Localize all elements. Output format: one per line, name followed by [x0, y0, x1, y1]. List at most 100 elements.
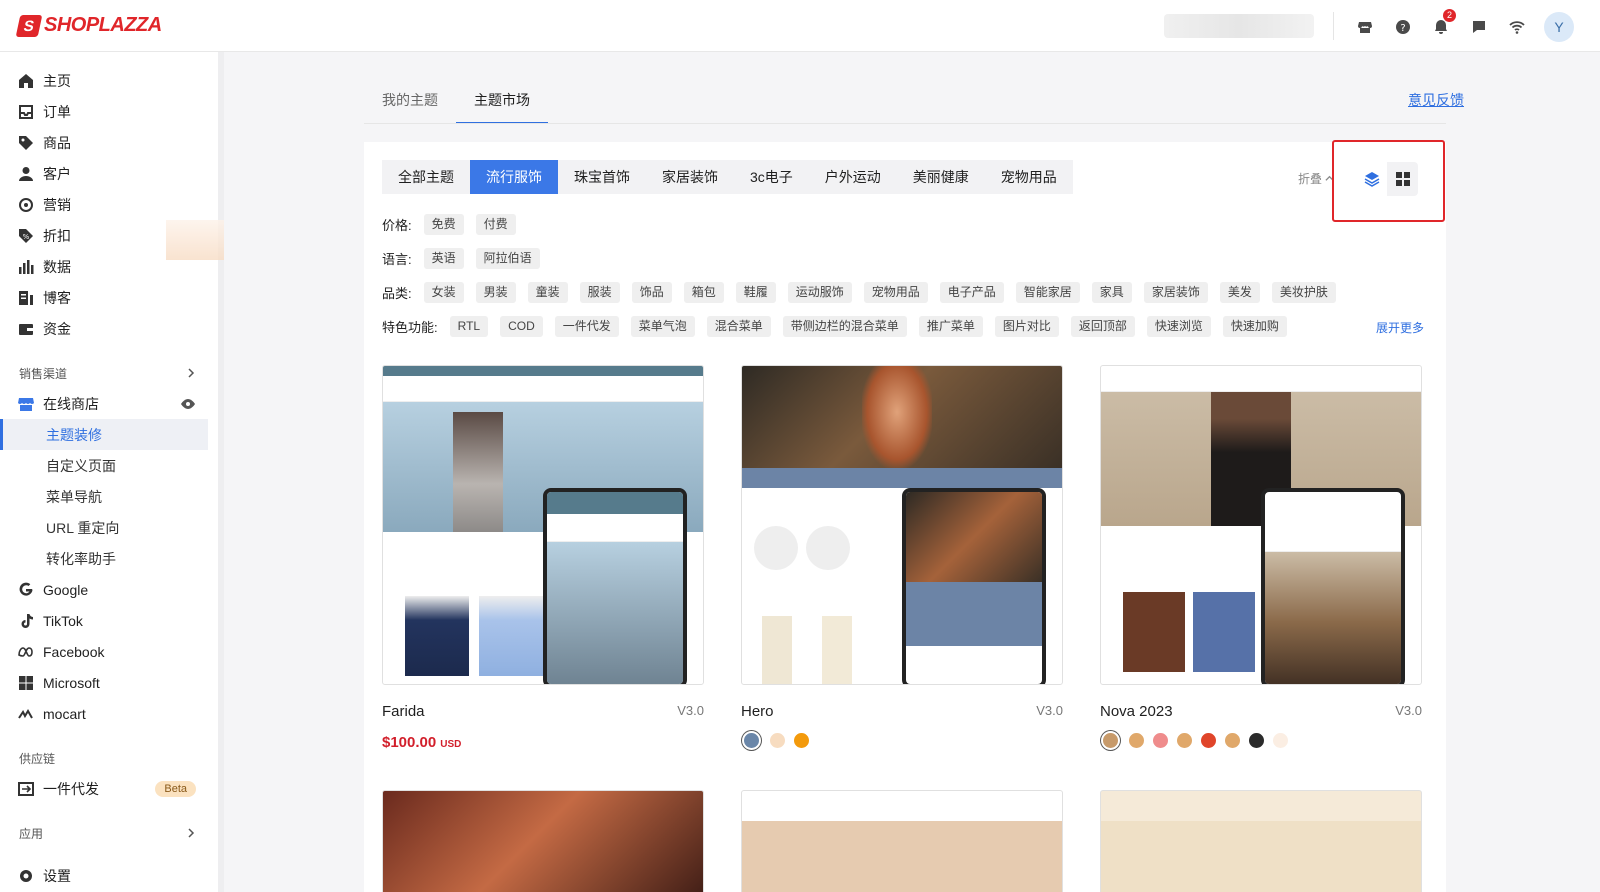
category-home-decor[interactable]: 家居装饰	[646, 160, 734, 194]
category-jewelry[interactable]: 珠宝首饰	[558, 160, 646, 194]
category-electronics[interactable]: 3c电子	[734, 160, 809, 194]
chip-category[interactable]: 鞋履	[735, 282, 776, 303]
theme-card-wind[interactable]	[1100, 790, 1422, 892]
sidebar-item-settings[interactable]: 设置	[0, 860, 218, 891]
sidebar-subitem-conversion[interactable]: 转化率助手	[0, 543, 218, 574]
logo[interactable]: S SHOPLAZZA	[15, 14, 162, 37]
sidebar-item-orders[interactable]: 订单	[0, 96, 218, 127]
expand-more-link[interactable]: 展开更多	[1376, 319, 1424, 336]
chip-feature[interactable]: 图片对比	[994, 316, 1059, 337]
theme-thumbnail[interactable]	[382, 790, 704, 892]
bell-icon[interactable]: 2	[1422, 9, 1460, 41]
theme-card-nova[interactable]: Nova 2023 V3.0	[1100, 365, 1422, 748]
theme-thumbnail[interactable]	[1100, 790, 1422, 892]
chip-category[interactable]: 童装	[527, 282, 568, 303]
chip-feature[interactable]: 菜单气泡	[630, 316, 695, 337]
main-content: 我的主题 主题市场 意见反馈 全部主题 流行服饰 珠宝首饰 家居装饰 3c电子 …	[224, 52, 1600, 892]
chip-category[interactable]: 美发	[1219, 282, 1260, 303]
category-all[interactable]: 全部主题	[382, 160, 470, 194]
chip-feature[interactable]: 快速浏览	[1146, 316, 1211, 337]
chip-paid[interactable]: 付费	[475, 214, 516, 235]
chat-icon[interactable]	[1460, 13, 1498, 41]
color-swatch[interactable]	[1103, 733, 1118, 748]
color-swatch[interactable]	[1129, 733, 1144, 748]
color-swatch[interactable]	[770, 733, 785, 748]
layers-view-button[interactable]	[1356, 162, 1387, 196]
store-icon[interactable]	[1346, 13, 1384, 41]
sidebar-item-finance[interactable]: 资金	[0, 313, 218, 344]
category-pets[interactable]: 宠物用品	[985, 160, 1073, 194]
chip-feature[interactable]: COD	[500, 316, 543, 337]
chip-free[interactable]: 免费	[423, 214, 464, 235]
chip-arabic[interactable]: 阿拉伯语	[475, 248, 540, 269]
eye-icon[interactable]	[180, 396, 196, 412]
sidebar-subitem-theme[interactable]: 主题装修	[0, 419, 208, 450]
theme-thumbnail[interactable]	[741, 365, 1063, 685]
help-icon[interactable]: ?	[1384, 13, 1422, 41]
chip-category[interactable]: 宠物用品	[863, 282, 928, 303]
color-swatch[interactable]	[1225, 733, 1240, 748]
chip-feature[interactable]: 快速加购	[1222, 316, 1287, 337]
color-swatch[interactable]	[1153, 733, 1168, 748]
theme-thumbnail[interactable]	[1100, 365, 1422, 685]
sidebar-item-label: 客户	[43, 165, 71, 182]
chip-feature[interactable]: 一件代发	[554, 316, 619, 337]
color-swatch[interactable]	[1273, 733, 1288, 748]
chip-category[interactable]: 饰品	[631, 282, 672, 303]
color-swatch[interactable]	[1177, 733, 1192, 748]
sidebar-subitem-url-redirect[interactable]: URL 重定向	[0, 512, 218, 543]
color-swatch[interactable]	[1201, 733, 1216, 748]
sidebar-item-blog[interactable]: 博客	[0, 282, 218, 313]
grid-view-button[interactable]	[1387, 162, 1418, 196]
sidebar-subitem-menu-nav[interactable]: 菜单导航	[0, 481, 218, 512]
chip-category[interactable]: 家具	[1091, 282, 1132, 303]
chip-feature[interactable]: 带侧边栏的混合菜单	[782, 316, 907, 337]
chip-feature[interactable]: 推广菜单	[918, 316, 983, 337]
chip-feature[interactable]: 混合菜单	[706, 316, 771, 337]
chip-category[interactable]: 男装	[475, 282, 516, 303]
sidebar-item-mocart[interactable]: mocart	[0, 698, 218, 729]
feedback-link[interactable]: 意见反馈	[1408, 90, 1464, 110]
chip-category[interactable]: 箱包	[683, 282, 724, 303]
category-outdoor[interactable]: 户外运动	[809, 160, 897, 194]
tab-theme-market[interactable]: 主题市场	[456, 78, 548, 124]
chip-feature[interactable]: 返回顶部	[1070, 316, 1135, 337]
category-fashion[interactable]: 流行服饰	[470, 160, 558, 194]
color-swatch[interactable]	[794, 733, 809, 748]
sidebar-item-microsoft[interactable]: Microsoft	[0, 667, 218, 698]
sidebar-item-products[interactable]: 商品	[0, 127, 218, 158]
sidebar-group-apps[interactable]: 应用	[0, 818, 218, 848]
sidebar-item-marketing[interactable]: 营销	[0, 189, 218, 220]
chip-english[interactable]: 英语	[423, 248, 464, 269]
theme-card-geek[interactable]	[741, 790, 1063, 892]
theme-card-hero[interactable]: Hero V3.0	[741, 365, 1063, 748]
chip-category[interactable]: 电子产品	[939, 282, 1004, 303]
sidebar-item-facebook[interactable]: Facebook	[0, 636, 218, 667]
sidebar-item-tiktok[interactable]: TikTok	[0, 605, 218, 636]
theme-card-eva[interactable]	[382, 790, 704, 892]
wifi-icon[interactable]	[1498, 13, 1536, 41]
chip-category[interactable]: 智能家居	[1015, 282, 1080, 303]
sidebar-item-online-store[interactable]: 在线商店	[0, 388, 218, 419]
sidebar-subitem-custom-pages[interactable]: 自定义页面	[0, 450, 218, 481]
chip-feature[interactable]: RTL	[449, 316, 489, 337]
tab-my-themes[interactable]: 我的主题	[364, 78, 456, 124]
chip-category[interactable]: 服装	[579, 282, 620, 303]
color-swatch[interactable]	[744, 733, 759, 748]
category-beauty[interactable]: 美丽健康	[897, 160, 985, 194]
theme-thumbnail[interactable]	[741, 790, 1063, 892]
avatar[interactable]: Y	[1544, 12, 1574, 42]
chip-category[interactable]: 女装	[423, 282, 464, 303]
sidebar-group-channels[interactable]: 销售渠道	[0, 358, 218, 388]
chip-category[interactable]: 美妆护肤	[1271, 282, 1336, 303]
chip-category[interactable]: 运动服饰	[787, 282, 852, 303]
theme-thumbnail[interactable]	[382, 365, 704, 685]
fold-toggle[interactable]: 折叠	[1298, 170, 1334, 187]
chip-category[interactable]: 家居装饰	[1143, 282, 1208, 303]
color-swatch[interactable]	[1249, 733, 1264, 748]
sidebar-item-customers[interactable]: 客户	[0, 158, 218, 189]
sidebar-item-home[interactable]: 主页	[0, 65, 218, 96]
theme-card-farida[interactable]: Farida V3.0 $100.00 USD	[382, 365, 704, 751]
sidebar-item-google[interactable]: Google	[0, 574, 218, 605]
sidebar-item-dropship[interactable]: 一件代发 Beta	[0, 773, 218, 804]
